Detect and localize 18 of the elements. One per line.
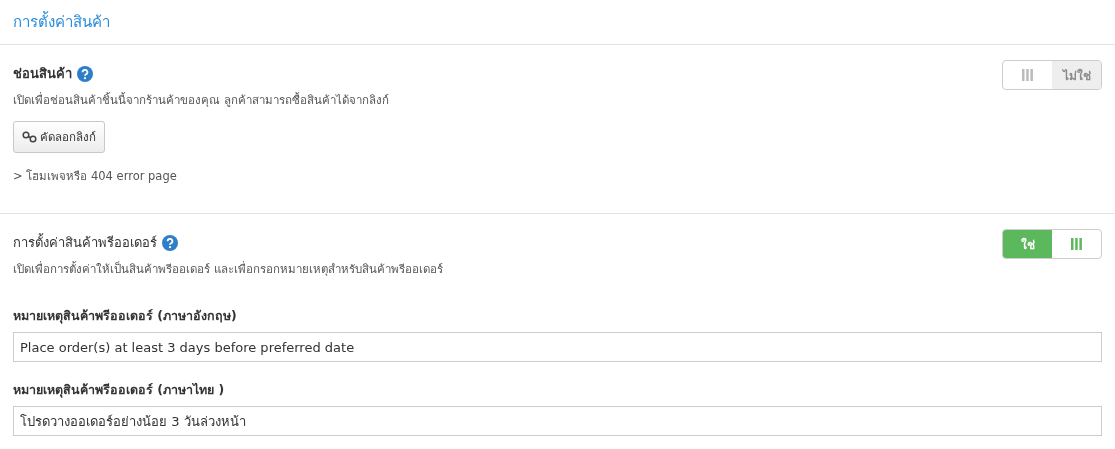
text-field[interactable]: Place order(s) at least 3 days before preferred date — [13, 332, 1102, 362]
link-icon — [22, 131, 38, 143]
section-title: ช่อนสินค้า — [13, 65, 72, 83]
grip-icon — [1071, 238, 1082, 250]
section-title: การตั้งค่าสินค้าพรีออเดอร์ — [13, 232, 157, 252]
text-field[interactable]: โปรดวางออเดอร์อย่างน้อย 3 วันล่วงหน้า — [13, 406, 1102, 436]
field-label: หมายเหตุสินค้าพรีออเดอร์ (ภาษาอังกฤษ) — [13, 307, 238, 326]
section-description: เปิดเพื่อช่อนสินค้าชิ้นนี้จากร้านค้าของคุณ ลูกค้าสามารถซื้อสินค้าได้จากลิงก์ — [13, 91, 389, 109]
toggle-label: ไม่ใช่ — [1052, 61, 1101, 89]
toggle-label: ใช่ — [1003, 230, 1052, 258]
grip-icon — [1022, 69, 1033, 81]
help-icon[interactable] — [162, 234, 178, 251]
note-text: > โฮมเพจหรือ 404 error page — [13, 168, 178, 185]
help-icon[interactable] — [77, 65, 93, 82]
page-title: การตั้งค่าสินค้า — [13, 10, 110, 33]
section-description: เปิดเพื่อการตั้งค่าให้เป็นสินค้าพรีออเดอร์ และเพื่อกรอกหมายเหตุสำหรับสินค้าพรีออเดอร์ — [13, 260, 443, 278]
field-label: หมายเหตุสินค้าพรีออเดอร์ (ภาษาไทย ) — [13, 381, 226, 400]
copy-link-button[interactable]: คัดลอกลิงก์ — [13, 121, 105, 153]
